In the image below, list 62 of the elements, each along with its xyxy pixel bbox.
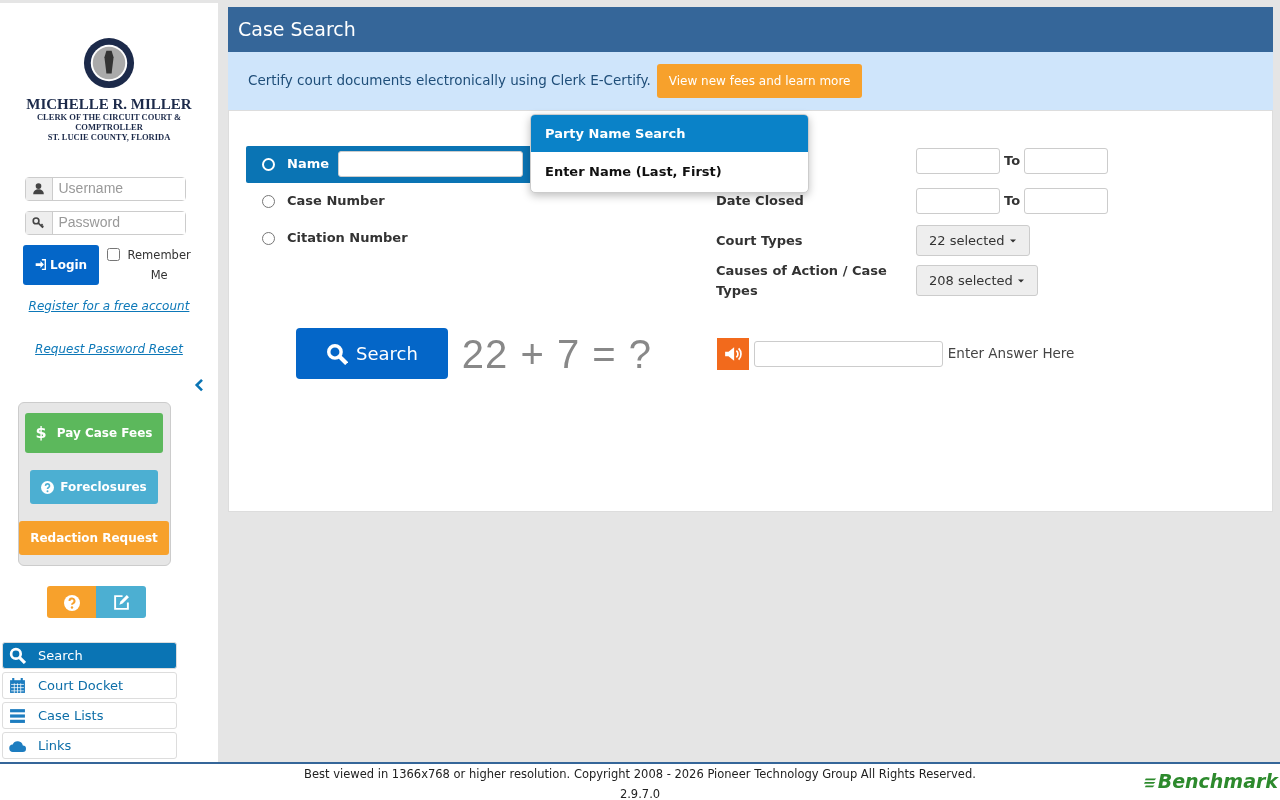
option-label: Case Number xyxy=(287,192,385,211)
input-field[interactable]: Password xyxy=(24,210,186,235)
field-label: Court Types xyxy=(716,232,803,248)
field-label: Date Closed xyxy=(716,192,804,208)
answer-field[interactable] xyxy=(753,340,943,367)
date-field[interactable] xyxy=(916,147,1000,174)
logo-county: ST. LUCIE COUNTY, FLORIDA xyxy=(47,132,171,143)
multi-select[interactable]: 22 selected xyxy=(916,224,1030,257)
search-icon xyxy=(326,342,348,365)
brand-logo: Benchmark xyxy=(1143,772,1278,791)
date-field[interactable] xyxy=(916,187,1000,214)
multi-select[interactable]: 208 selected xyxy=(916,264,1038,297)
option-label: Citation Number xyxy=(287,229,408,248)
key-icon xyxy=(32,216,45,230)
radio-button[interactable] xyxy=(262,194,275,208)
audio-button[interactable] xyxy=(716,337,749,370)
search-type-option[interactable]: Case Number xyxy=(246,182,691,220)
notice-text: Certify court documents electronically using Clerk E-Certify. xyxy=(248,71,651,91)
user-icon xyxy=(32,182,45,196)
popover-title: Party Name Search xyxy=(531,114,808,152)
search-button[interactable]: Search xyxy=(296,328,448,379)
calendar-icon xyxy=(9,677,26,694)
help-button[interactable] xyxy=(47,586,96,618)
remember-label: Remember Me xyxy=(126,246,192,284)
radio-button[interactable] xyxy=(262,231,275,245)
dollar-sign: $ xyxy=(35,422,47,444)
login-button[interactable]: Login xyxy=(23,244,100,285)
logo-name: MICHELLE R. MILLER xyxy=(26,97,192,113)
nav-label: Search xyxy=(38,646,83,665)
sign-in-icon xyxy=(35,259,46,271)
nav-label: Links xyxy=(38,736,72,755)
option-label: Name xyxy=(287,155,329,174)
account-link[interactable]: Register for a free account xyxy=(28,296,190,315)
list-icon xyxy=(9,707,26,724)
edit-icon xyxy=(112,594,130,612)
to-label: To xyxy=(1004,151,1021,170)
logo-subtitle: CLERK OF THE CIRCUIT COURT & COMPTROLLER xyxy=(35,112,183,133)
answer-hint: Enter Answer Here xyxy=(947,344,1075,364)
question-icon xyxy=(63,594,80,611)
nav-item[interactable]: Links xyxy=(2,732,177,759)
search-type-option[interactable]: Citation Number xyxy=(246,219,691,257)
copyright-text: Best viewed in 1366x768 or higher resolution. Copyright 2008 - 2026 Pioneer Technology Group All Rights Reserved. xyxy=(304,766,976,783)
remember-checkbox[interactable] xyxy=(107,247,121,261)
nav-item[interactable]: Search xyxy=(2,642,177,669)
feedback-button[interactable] xyxy=(96,586,146,618)
account-link[interactable]: Request Password Reset xyxy=(35,339,183,358)
date-field[interactable] xyxy=(1024,147,1109,174)
question-icon xyxy=(41,480,55,494)
page-title: Case Search xyxy=(228,7,1273,52)
date-field[interactable] xyxy=(1024,187,1109,214)
to-label: To xyxy=(1004,191,1021,210)
name-input[interactable] xyxy=(338,151,523,177)
field-label: Causes of Action / Case Types xyxy=(716,263,887,298)
input-field[interactable]: Username xyxy=(24,176,186,201)
version-text: 2.9.7.0 xyxy=(619,786,661,800)
nav-label: Case Lists xyxy=(38,706,104,725)
search-icon xyxy=(9,647,26,664)
captcha-question: 22 + 7 = ? xyxy=(461,330,653,378)
nav-item[interactable]: Case Lists xyxy=(2,702,177,729)
collapse-chevron-icon xyxy=(193,377,205,392)
nav-item[interactable]: Court Docket xyxy=(2,672,177,699)
nav-label: Court Docket xyxy=(38,676,124,695)
